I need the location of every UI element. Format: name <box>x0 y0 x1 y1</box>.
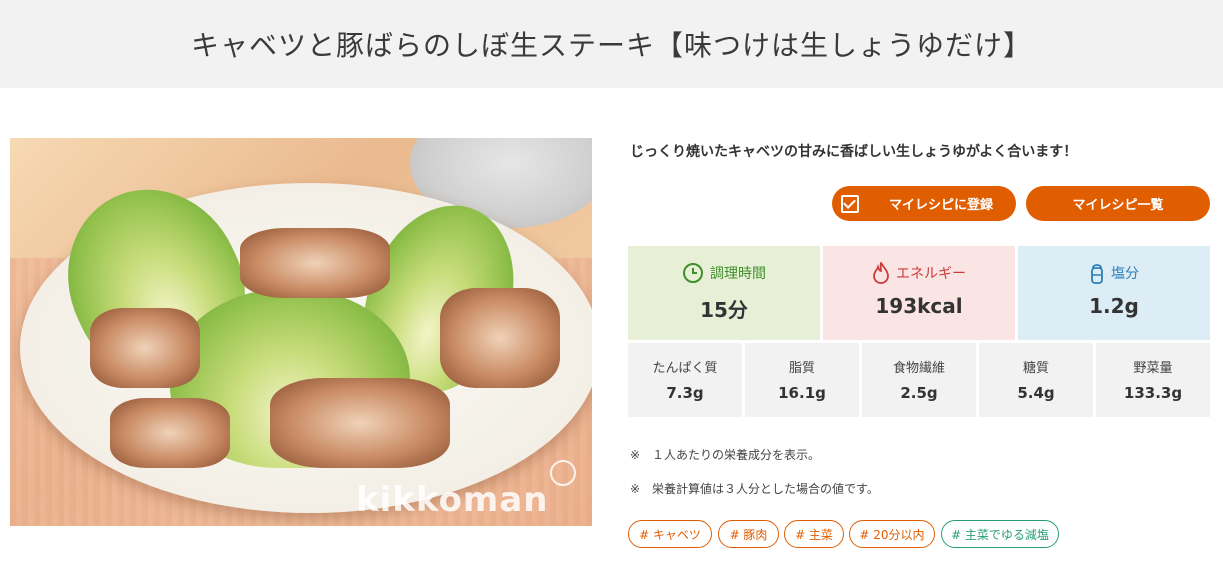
nutrition-value: 2.5g <box>900 384 938 402</box>
tag-main-dish[interactable]: # 主菜 <box>784 520 844 548</box>
my-recipe-list-button[interactable]: マイレシピ一覧 <box>1026 186 1210 221</box>
clock-icon <box>683 263 703 283</box>
nutrition-value: 7.3g <box>666 384 704 402</box>
cook-time-value: 15分 <box>700 298 748 322</box>
energy-value: 193kcal <box>875 294 963 318</box>
nutrition-label: たんぱく質 <box>652 361 718 376</box>
pork-slice <box>440 288 560 388</box>
page-title: キャベツと豚ばらのしぼ生ステーキ【味つけは生しょうゆだけ】 <box>190 29 1032 62</box>
tag-pork[interactable]: # 豚肉 <box>718 520 779 548</box>
nutrition-label: 食物繊維 <box>892 361 945 376</box>
energy-label: エネルギー <box>896 266 966 282</box>
cook-time-panel: 調理時間 15分 <box>628 246 820 340</box>
pork-slice <box>270 378 450 468</box>
nutrition-item-fat: 脂質 16.1g <box>745 343 859 417</box>
register-my-recipe-button[interactable]: マイレシピに登録 <box>832 186 1016 221</box>
nutrition-label: 野菜量 <box>1133 361 1173 376</box>
nutrition-value: 16.1g <box>778 384 826 402</box>
nutrition-value: 133.3g <box>1123 384 1183 402</box>
salt-value: 1.2g <box>1089 294 1139 318</box>
tag-within-20min[interactable]: # 20分以内 <box>849 520 935 548</box>
cook-time-label: 調理時間 <box>710 266 766 282</box>
kikkoman-logo: kikkoman <box>356 480 549 520</box>
nutrition-item-sugar: 糖質 5.4g <box>979 343 1093 417</box>
nutrition-item-fiber: 食物繊維 2.5g <box>862 343 976 417</box>
nutrition-value: 5.4g <box>1017 384 1055 402</box>
tag-cabbage[interactable]: # キャベツ <box>628 520 712 548</box>
nutrition-item-protein: たんぱく質 7.3g <box>628 343 742 417</box>
pork-slice <box>110 398 230 468</box>
energy-panel: エネルギー 193kcal <box>823 246 1015 340</box>
kikkoman-badge-icon <box>550 460 576 486</box>
recipe-description: じっくり焼いたキャベツの甘みに香ばしい生しょうゆがよく合います！ <box>630 144 1078 160</box>
flame-icon <box>873 262 889 284</box>
checkbox-icon <box>840 194 859 213</box>
title-bar: キャベツと豚ばらのしぼ生ステーキ【味つけは生しょうゆだけ】 <box>0 0 1223 88</box>
list-button-label: マイレシピ一覧 <box>1072 198 1164 213</box>
pork-slice <box>90 308 200 388</box>
salt-panel: 塩分 1.2g <box>1018 246 1210 340</box>
pork-slice <box>240 228 390 298</box>
tag-low-salt-main[interactable]: # 主菜でゆる減塩 <box>941 520 1059 548</box>
nutrition-note: ※ 栄養計算値は３人分とした場合の値です。 <box>630 482 879 496</box>
nutrition-label: 糖質 <box>1022 361 1049 376</box>
nutrition-label: 脂質 <box>788 361 815 376</box>
recipe-photo: kikkoman <box>10 138 592 526</box>
salt-label: 塩分 <box>1111 266 1139 282</box>
nutrition-item-vegetable: 野菜量 133.3g <box>1096 343 1210 417</box>
nutrition-note: ※ １人あたりの栄養成分を表示。 <box>630 448 821 462</box>
salt-shaker-icon <box>1091 264 1103 284</box>
register-button-label: マイレシピに登録 <box>888 198 993 213</box>
